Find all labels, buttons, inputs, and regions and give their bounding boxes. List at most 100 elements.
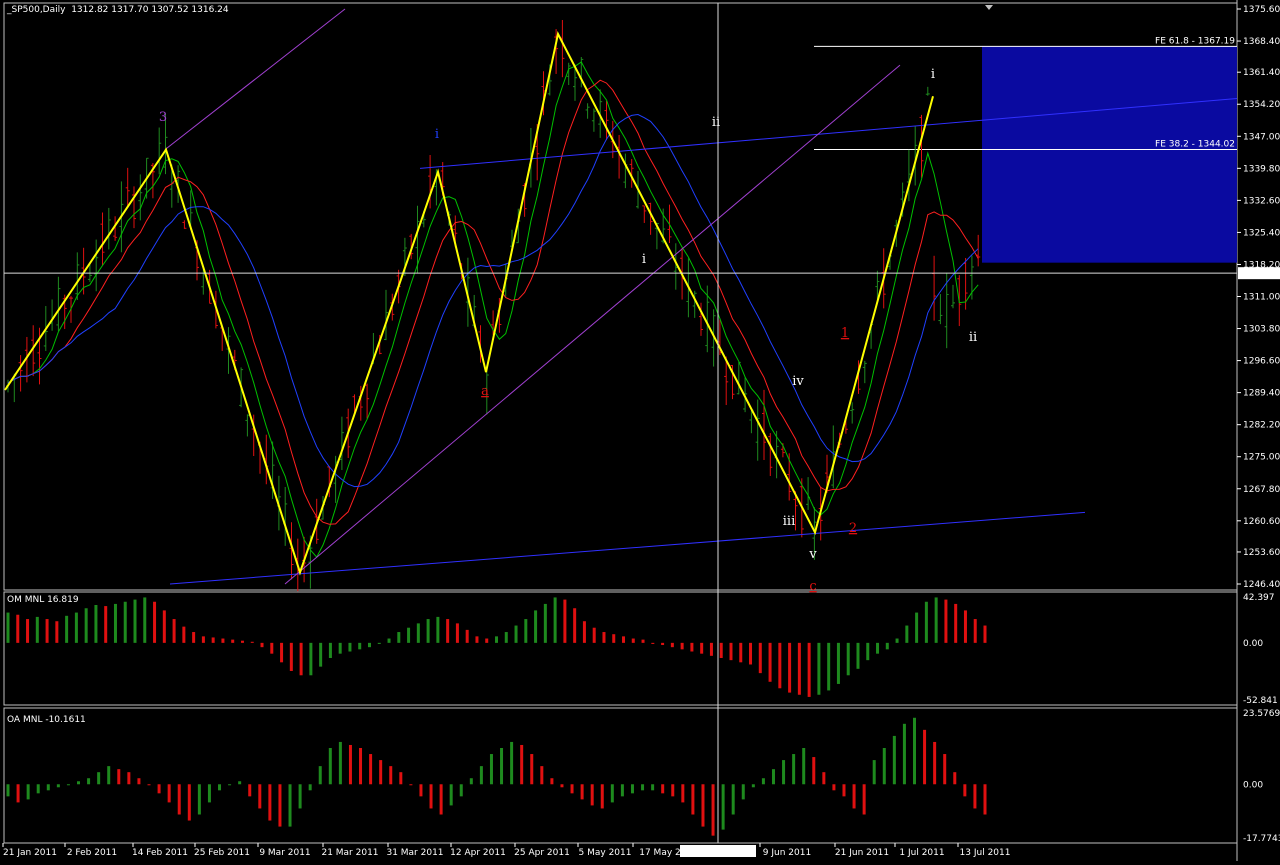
om-histogram-bar bbox=[983, 625, 987, 643]
crosshair-time-label: 2011.05.31 0:00 bbox=[681, 848, 756, 858]
om-histogram-bar bbox=[16, 614, 20, 643]
oa-histogram-bar bbox=[228, 784, 232, 786]
om-histogram-bar bbox=[563, 599, 567, 643]
om-histogram-bar bbox=[182, 626, 186, 643]
wave-label-i: i bbox=[931, 67, 935, 82]
om-histogram-bar bbox=[309, 642, 313, 676]
om-histogram-bar bbox=[504, 632, 508, 643]
ma-fast-line bbox=[7, 61, 979, 558]
oa-histogram-bar bbox=[238, 781, 242, 785]
om-histogram-bar bbox=[446, 619, 450, 643]
time-tick-label: 2 Feb 2011 bbox=[67, 848, 117, 858]
oa-histogram-bar bbox=[46, 784, 50, 791]
oa-histogram-bar bbox=[469, 778, 473, 785]
chart-window[interactable]: 1375.60 1368.40 1361.40 1354.20 1347.00 1339.… bbox=[0, 0, 1280, 861]
om-indicator-label: OM MNL 16.819 bbox=[7, 595, 79, 605]
om-histogram-bar bbox=[729, 642, 733, 661]
price-tick-label: 1339.80 bbox=[1243, 164, 1280, 174]
oa-histogram-bar bbox=[771, 769, 775, 785]
oa-histogram-bar bbox=[369, 754, 373, 785]
om-histogram-bar bbox=[954, 603, 958, 643]
om-histogram-bar bbox=[250, 641, 254, 643]
oa-histogram-bar bbox=[782, 760, 786, 785]
om-histogram-bar bbox=[690, 642, 694, 652]
wave-label-2: 2 bbox=[849, 521, 857, 536]
om-histogram-bar bbox=[915, 612, 919, 643]
om-histogram-bar bbox=[495, 636, 498, 643]
oa-histogram-bar bbox=[137, 778, 141, 785]
oa-histogram-bar bbox=[731, 784, 735, 815]
om-histogram-bar bbox=[104, 606, 108, 643]
time-tick-label: 31 Mar 2011 bbox=[386, 848, 443, 858]
oa-histogram-bar bbox=[56, 784, 60, 788]
om-histogram-bar bbox=[944, 599, 948, 643]
om-histogram-bar bbox=[55, 621, 59, 643]
om-histogram-bar bbox=[319, 642, 323, 667]
om-histogram-bar bbox=[260, 642, 264, 648]
om-histogram-bar bbox=[387, 638, 391, 643]
time-tick-label: 17 May 2 bbox=[639, 848, 681, 858]
oa-histogram-bar bbox=[419, 784, 423, 797]
oa-histogram-bar bbox=[359, 747, 363, 785]
price-tick-label: 1354.20 bbox=[1243, 100, 1280, 110]
om-histogram-bar bbox=[797, 642, 801, 695]
oa-histogram-bar bbox=[268, 784, 272, 821]
oa-histogram-bar bbox=[409, 784, 413, 786]
om-histogram-bar bbox=[719, 642, 723, 658]
oa-histogram-bar bbox=[187, 784, 191, 821]
oa-histogram-bar bbox=[540, 766, 544, 785]
chart-canvas[interactable]: 1375.60 1368.40 1361.40 1354.20 1347.00 1339.… bbox=[0, 0, 1280, 861]
om-histogram-bar bbox=[240, 640, 244, 643]
om-histogram-bar bbox=[661, 642, 665, 646]
wave-label-1: 1 bbox=[841, 326, 849, 341]
oa-histogram-bar bbox=[691, 784, 695, 815]
om-histogram-bar bbox=[934, 597, 938, 643]
om-histogram-bar bbox=[231, 639, 235, 643]
wave-label-3: 3 bbox=[159, 110, 167, 125]
wave-label-ii: ii bbox=[712, 115, 720, 130]
price-tick-label: 1303.80 bbox=[1243, 325, 1280, 335]
wave-label-iii: iii bbox=[783, 514, 795, 529]
price-tick-label: 1246.40 bbox=[1243, 580, 1280, 590]
oa-histogram-bar bbox=[489, 754, 493, 785]
oa-histogram-bar bbox=[429, 784, 433, 809]
time-tick-label: 14 Feb 2011 bbox=[132, 848, 188, 858]
zigzag-wave-line bbox=[4, 30, 934, 576]
om-histogram-bar bbox=[924, 601, 928, 643]
oa-histogram-bar bbox=[36, 784, 40, 794]
time-tick-label: 9 Jun 2011 bbox=[763, 848, 811, 858]
om-histogram-bar bbox=[592, 627, 596, 643]
chart-header: _SP500,Daily 1312.82 1317.70 1307.52 131… bbox=[7, 5, 229, 15]
wave-label-c: c bbox=[809, 579, 816, 594]
om-histogram-bar bbox=[827, 642, 831, 691]
om-histogram-bar bbox=[534, 610, 538, 643]
oa-histogram-bar bbox=[912, 717, 916, 785]
lower-channel-line bbox=[169, 511, 1086, 585]
om-histogram-bar bbox=[680, 642, 684, 650]
om-histogram-bar bbox=[407, 627, 411, 643]
oa-histogram-bar bbox=[943, 754, 947, 785]
fib-target-zone bbox=[982, 46, 1237, 263]
oa-histogram-bar bbox=[399, 772, 403, 785]
oa-histogram-bar bbox=[590, 784, 594, 806]
om-histogram-bar bbox=[543, 603, 547, 643]
om-histogram-bar bbox=[700, 642, 704, 654]
oa-histogram-bar bbox=[318, 766, 322, 785]
price-tick-label: 1311.00 bbox=[1243, 293, 1280, 303]
om-histogram-bar bbox=[973, 619, 977, 643]
wave-label-iv: iv bbox=[792, 374, 804, 389]
oa-histogram-bar bbox=[792, 754, 796, 785]
oa-histogram-bar bbox=[721, 784, 725, 830]
om-histogram-bar bbox=[573, 608, 577, 643]
om-histogram-bar bbox=[876, 642, 880, 654]
oa-histogram-bar bbox=[479, 766, 483, 785]
oa-histogram-bar bbox=[842, 784, 846, 797]
om-histogram-bar bbox=[475, 636, 479, 643]
oa-histogram-bar bbox=[560, 784, 564, 788]
om-histogram-bar bbox=[172, 619, 176, 643]
oa-tick-label: -17.7743 bbox=[1243, 834, 1280, 844]
price-tick-label: 1347.00 bbox=[1243, 132, 1280, 142]
oa-histogram-bar bbox=[761, 778, 765, 785]
oa-pane-frame bbox=[3, 707, 1238, 844]
om-histogram-bar bbox=[358, 642, 362, 650]
